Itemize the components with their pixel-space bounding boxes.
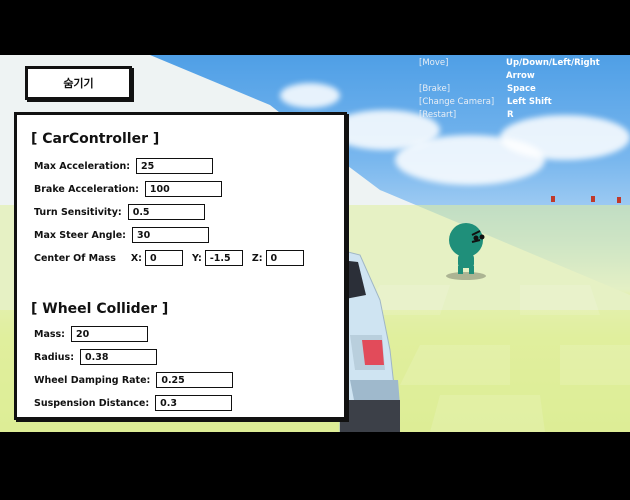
turn-sensitivity-label: Turn Sensitivity: (34, 206, 122, 218)
center-of-mass-x-input[interactable]: 0 (144, 250, 183, 266)
car-controller-title: [ CarController ] (31, 131, 160, 147)
radius-label: Radius: (34, 351, 74, 363)
flag-marker (617, 197, 621, 203)
center-of-mass-y-input[interactable]: -1.5 (204, 250, 243, 266)
center-of-mass-row: Center Of Mass X: 0 Y: -1.5 Z: 0 (34, 249, 304, 267)
suspension-distance-label: Suspension Distance: (34, 397, 150, 409)
hide-panel-button[interactable]: 숨기기 (25, 66, 132, 100)
controls-legend: [Move] Up/Down/Left/Right Arrow [Brake] … (419, 57, 630, 122)
max-acceleration-row: Max Acceleration: 25 (34, 157, 214, 175)
flag-marker (551, 196, 555, 202)
controls-row-move: [Move] Up/Down/Left/Right Arrow (419, 57, 630, 83)
controls-key: Left Shift (507, 97, 552, 107)
center-of-mass-label: Center Of Mass (34, 252, 116, 264)
max-acceleration-label: Max Acceleration: (34, 160, 131, 172)
max-steer-angle-label: Max Steer Angle: (34, 229, 126, 241)
wheel-collider-title: [ Wheel Collider ] (31, 301, 169, 317)
hide-panel-label: 숨기기 (63, 77, 94, 90)
turn-sensitivity-row: Turn Sensitivity: 0.5 (34, 203, 205, 221)
radius-input[interactable]: 0.38 (80, 349, 157, 365)
flag-marker (591, 196, 595, 202)
center-of-mass-z-input[interactable]: 0 (265, 250, 304, 266)
controls-row-change-camera: [Change Camera] Left Shift (419, 96, 630, 109)
controls-action: [Change Camera] (419, 97, 495, 107)
controls-key: Up/Down/Left/Right Arrow (506, 58, 600, 81)
settings-panel[interactable]: [ CarController ] Max Acceleration: 25 B… (14, 112, 347, 420)
max-steer-angle-input[interactable]: 30 (131, 227, 209, 243)
suspension-distance-input[interactable]: 0.3 (155, 395, 233, 411)
mass-row: Mass: 20 (34, 325, 148, 343)
wheel-damping-rate-input[interactable]: 0.25 (156, 372, 234, 388)
brake-acceleration-label: Brake Acceleration: (34, 183, 139, 195)
controls-row-brake: [Brake] Space (419, 83, 630, 96)
controls-action: [Brake] (419, 84, 451, 94)
center-of-mass-z-label: Z: (251, 252, 263, 264)
mass-label: Mass: (34, 328, 65, 340)
controls-action: [Move] (419, 58, 449, 68)
center-of-mass-y-label: Y: (191, 252, 202, 264)
controls-row-restart: [Restart] R (419, 109, 630, 122)
player-character (446, 223, 486, 280)
wheel-damping-rate-label: Wheel Damping Rate: (34, 374, 151, 386)
max-acceleration-input[interactable]: 25 (136, 158, 214, 174)
controls-key: Space (507, 84, 536, 94)
turn-sensitivity-input[interactable]: 0.5 (127, 204, 205, 220)
wheel-damping-rate-row: Wheel Damping Rate: 0.25 (34, 371, 234, 389)
max-steer-angle-row: Max Steer Angle: 30 (34, 226, 209, 244)
mass-input[interactable]: 20 (70, 326, 148, 342)
controls-key: R (507, 110, 514, 120)
brake-acceleration-input[interactable]: 100 (144, 181, 222, 197)
brake-acceleration-row: Brake Acceleration: 100 (34, 180, 222, 198)
center-of-mass-x-label: X: (130, 252, 142, 264)
radius-row: Radius: 0.38 (34, 348, 157, 366)
controls-action: [Restart] (419, 110, 457, 120)
suspension-distance-row: Suspension Distance: 0.3 (34, 394, 233, 412)
